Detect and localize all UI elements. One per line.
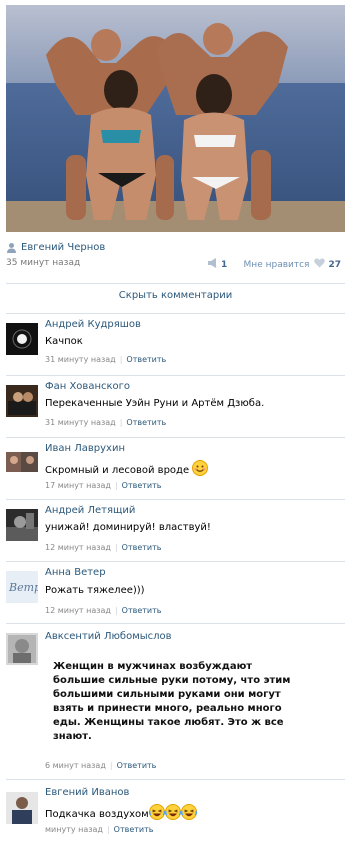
comment-time[interactable]: 31 минуту назад xyxy=(45,355,116,364)
comment-text: Перекаченные Уэйн Руни и Артём Дзюба. xyxy=(45,398,265,409)
comment-text: унижай! доминируй! властвуй! xyxy=(45,522,211,533)
avatar[interactable] xyxy=(6,633,38,665)
avatar[interactable] xyxy=(6,452,38,484)
comment-text: Подкачка воздухом xyxy=(45,804,197,823)
comment-text: Качпок xyxy=(45,336,83,347)
comment-footer: 12 минут назад | Ответить xyxy=(45,606,162,615)
comment-footer: 17 минут назад | Ответить xyxy=(45,481,162,490)
comment-text: Женщин в мужчинах возбуждают большие сил… xyxy=(53,661,291,742)
comment-item: Фан Хованского Перекаченные Уэйн Руни и … xyxy=(6,375,345,438)
avatar[interactable]: Bетр xyxy=(6,571,38,603)
comment-footer: 6 минут назад | Ответить xyxy=(45,761,157,770)
comment-time[interactable]: 12 минут назад xyxy=(45,606,111,615)
comment-footer: 31 минуту назад | Ответить xyxy=(45,418,167,427)
comment-footer: 12 минут назад | Ответить xyxy=(45,543,162,552)
comment-time[interactable]: 6 минут назад xyxy=(45,761,106,770)
comment-item: Bетр Анна Ветер Рожать тяжелее))) 12 мин… xyxy=(6,561,345,624)
comment-author[interactable]: Авксентий Любомыслов xyxy=(45,631,172,642)
reply-link[interactable]: Ответить xyxy=(122,481,162,490)
post-author[interactable]: Евгений Чернов xyxy=(6,240,105,254)
hide-comments-link[interactable]: Скрыть комментарии xyxy=(6,283,345,310)
comment-time[interactable]: 17 минут назад xyxy=(45,481,111,490)
smiley-emoji-icon xyxy=(192,460,209,479)
comment-item: Андрей Летящий унижай! доминируй! властв… xyxy=(6,499,345,562)
avatar[interactable] xyxy=(6,323,38,355)
comment-item: Авксентий Любомыслов Женщин в мужчинах в… xyxy=(6,623,345,780)
heart-icon xyxy=(314,258,326,271)
comment-footer: минуту назад | Ответить xyxy=(45,825,154,834)
reply-link[interactable]: Ответить xyxy=(114,825,154,834)
comment-text: Рожать тяжелее))) xyxy=(45,585,145,596)
comment-author[interactable]: Фан Хованского xyxy=(45,381,130,392)
comment-author[interactable]: Иван Лаврухин xyxy=(45,443,125,454)
comment-item: Евгений Иванов Подкачка воздухом минуту … xyxy=(6,779,345,842)
reply-link[interactable]: Ответить xyxy=(126,355,166,364)
reply-link[interactable]: Ответить xyxy=(122,543,162,552)
post-time[interactable]: 35 минут назад xyxy=(6,258,80,268)
svg-text:Bетр: Bетр xyxy=(8,581,38,594)
comment-time[interactable]: 12 минут назад xyxy=(45,543,111,552)
like-label: Мне нравится xyxy=(243,259,310,270)
reply-link[interactable]: Ответить xyxy=(126,418,166,427)
comment-footer: 31 минуту назад | Ответить xyxy=(45,355,167,364)
comment-author[interactable]: Евгений Иванов xyxy=(45,787,129,798)
comment-item: Иван Лаврухин Скромный и лесовой вроде 1… xyxy=(6,437,345,500)
laughing-emoji-icon xyxy=(164,804,181,823)
comment-author[interactable]: Андрей Летящий xyxy=(45,505,135,516)
laughing-emoji-icon xyxy=(180,804,197,823)
reply-link[interactable]: Ответить xyxy=(117,761,157,770)
avatar[interactable] xyxy=(6,792,38,824)
avatar[interactable] xyxy=(6,385,38,417)
comment-author[interactable]: Андрей Кудряшов xyxy=(45,319,141,330)
share-button[interactable]: 1 xyxy=(207,258,227,271)
comment-time[interactable]: минуту назад xyxy=(45,825,103,834)
post-author-name[interactable]: Евгений Чернов xyxy=(21,242,105,253)
share-count: 1 xyxy=(221,259,228,270)
comment-author[interactable]: Анна Ветер xyxy=(45,567,106,578)
comment-item: Андрей Кудряшов Качпок 31 минуту назад | О… xyxy=(6,313,345,376)
user-icon xyxy=(6,242,17,253)
comment-text-content: Скромный и лесовой вроде xyxy=(45,465,190,476)
avatar[interactable] xyxy=(6,509,38,541)
comment-text: Скромный и лесовой вроде xyxy=(45,460,209,479)
like-count: 27 xyxy=(328,259,341,270)
post-photo[interactable] xyxy=(6,5,345,232)
like-button[interactable]: Мне нравится 27 xyxy=(244,258,341,271)
megaphone-icon xyxy=(207,258,219,271)
comment-time[interactable]: 31 минуту назад xyxy=(45,418,116,427)
comment-text-content: Подкачка воздухом xyxy=(45,809,149,820)
reply-link[interactable]: Ответить xyxy=(122,606,162,615)
laughing-emoji-icon xyxy=(148,804,165,823)
post-meta: 35 минут назад 1 Мне нравится 27 xyxy=(6,258,345,272)
